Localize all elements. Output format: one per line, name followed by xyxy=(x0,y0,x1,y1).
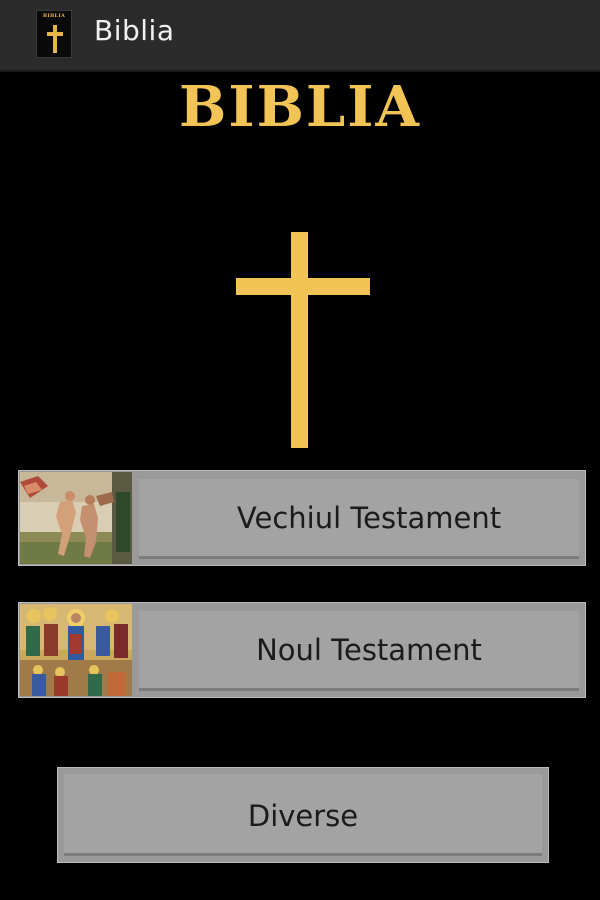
app-title: Biblia xyxy=(94,14,175,47)
misc-button[interactable]: Diverse xyxy=(57,767,549,863)
logo-title: BIBLIA xyxy=(179,74,421,140)
adam-and-eve-image xyxy=(20,472,132,564)
action-bar: BIBLIA Biblia xyxy=(0,0,600,72)
new-testament-button[interactable]: Noul Testament xyxy=(18,602,586,698)
new-testament-label: Noul Testament xyxy=(256,633,482,667)
cross-icon xyxy=(236,232,370,448)
app-icon[interactable]: BIBLIA xyxy=(36,10,72,58)
old-testament-label: Vechiul Testament xyxy=(236,501,502,535)
new-testament-icon-painting-image xyxy=(20,604,132,696)
app-icon-text: BIBLIA xyxy=(42,13,66,19)
cross-icon xyxy=(47,25,63,53)
misc-label: Diverse xyxy=(247,799,359,833)
old-testament-button[interactable]: Vechiul Testament xyxy=(18,470,586,566)
